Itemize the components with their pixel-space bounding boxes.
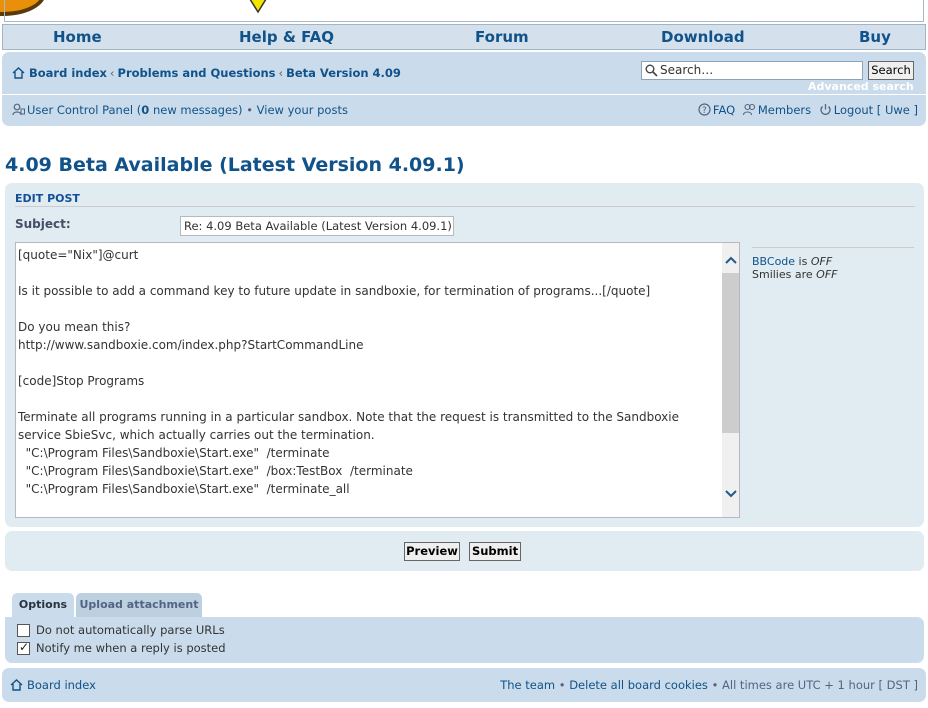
breadcrumb: Board index ‹ Problems and Questions ‹ Beta … — [12, 66, 401, 80]
submit-button[interactable]: Submit — [469, 542, 521, 561]
bullet-separator: • — [555, 678, 570, 692]
heading-divider — [15, 206, 915, 207]
faq-icon: ? — [698, 103, 711, 116]
footer-links: The team • Delete all board cookies • Al… — [500, 678, 918, 692]
footer-board-index[interactable]: Board index — [10, 678, 96, 692]
page-title[interactable]: 4.09 Beta Available (Latest Version 4.09… — [5, 154, 465, 176]
submit-panel: Preview Submit — [5, 531, 924, 571]
scroll-down-icon[interactable] — [725, 489, 737, 499]
notify-reply-checkbox[interactable]: ✓ — [17, 640, 30, 655]
advanced-search-link[interactable]: Advanced search — [808, 80, 914, 93]
power-icon — [820, 104, 831, 115]
search-icon — [645, 64, 658, 77]
message-scrollbar[interactable] — [722, 243, 739, 517]
user-control-panel-link[interactable]: User Control Panel — [27, 103, 133, 117]
members-icon — [742, 103, 755, 116]
nav-forum[interactable]: Forum — [475, 28, 529, 46]
search-button[interactable]: Search — [868, 61, 914, 80]
main-navigation: Home Help & FAQ Forum Download Buy — [2, 24, 926, 50]
breadcrumb-separator: ‹ — [109, 66, 115, 80]
breadcrumb-beta-version[interactable]: Beta Version 4.09 — [286, 66, 401, 80]
navbar-divider — [2, 94, 926, 95]
forum-navbar: Board index ‹ Problems and Questions ‹ Beta … — [2, 52, 926, 126]
nav-buy[interactable]: Buy — [859, 28, 891, 46]
checkmark-icon: ✓ — [19, 640, 30, 654]
option-notify-reply[interactable]: ✓ Notify me when a reply is posted — [17, 640, 226, 655]
parse-urls-checkbox[interactable] — [17, 624, 30, 637]
the-team-link[interactable]: The team — [500, 678, 555, 692]
bbcode-state: OFF — [810, 255, 833, 268]
smilies-label: Smilies are — [752, 268, 817, 281]
bullet-separator: • — [242, 103, 257, 117]
message-text[interactable]: [quote="Nix"]@curt Is it possible to add… — [18, 246, 718, 498]
sidebar-divider — [752, 247, 914, 248]
home-icon — [10, 679, 23, 691]
option-parse-urls[interactable]: Do not automatically parse URLs — [17, 623, 225, 637]
tab-upload-attachment[interactable]: Upload attachment — [76, 593, 202, 617]
user-control-panel-row: User Control Panel (0 new messages) • Vi… — [12, 103, 348, 117]
footer-board-index-label[interactable]: Board index — [27, 678, 96, 692]
view-your-posts-link[interactable]: View your posts — [257, 103, 348, 117]
top-header-strip — [0, 0, 928, 24]
svg-text:?: ? — [702, 106, 707, 116]
members-link[interactable]: Members — [758, 103, 811, 117]
footer-navbar: Board index The team • Delete all board … — [2, 668, 926, 702]
edit-post-heading: EDIT POST — [15, 192, 80, 205]
user-control-panel-icon — [12, 103, 25, 116]
breadcrumb-board-index[interactable]: Board index — [29, 66, 107, 80]
breadcrumb-separator: ‹ — [278, 66, 284, 80]
parse-urls-label: Do not automatically parse URLs — [36, 623, 225, 637]
delete-cookies-link[interactable]: Delete all board cookies — [569, 678, 708, 692]
bbcode-status: BBCode is OFF Smilies are OFF — [752, 255, 837, 281]
message-textarea[interactable]: [quote="Nix"]@curt Is it possible to add… — [15, 242, 740, 518]
nav-help-faq[interactable]: Help & FAQ — [239, 28, 334, 46]
tab-options[interactable]: Options — [12, 593, 74, 617]
scrollbar-thumb[interactable] — [722, 273, 739, 433]
search-input[interactable]: Search… — [641, 61, 863, 80]
new-messages-link[interactable]: new messages) — [149, 103, 243, 117]
logout-link[interactable]: Logout [ Uwe ] — [834, 103, 918, 117]
bbcode-link[interactable]: BBCode — [752, 255, 795, 268]
home-icon — [12, 67, 25, 79]
notify-reply-label: Notify me when a reply is posted — [36, 641, 226, 655]
subject-field[interactable]: Re: 4.09 Beta Available (Latest Version … — [180, 216, 454, 236]
bbcode-is-text: is — [795, 255, 811, 268]
user-links: ? FAQ Members Logout [ Uwe ] — [698, 103, 918, 117]
faq-link[interactable]: FAQ — [713, 103, 735, 117]
options-panel: Do not automatically parse URLs ✓ Notify … — [5, 617, 924, 663]
smilies-state: OFF — [816, 268, 838, 281]
header-border — [4, 0, 924, 22]
preview-button[interactable]: Preview — [404, 542, 460, 561]
nav-home[interactable]: Home — [53, 28, 102, 46]
timezone-text: • All times are UTC + 1 hour [ DST ] — [707, 678, 918, 692]
edit-post-panel: EDIT POST Subject: Re: 4.09 Beta Availab… — [5, 183, 924, 527]
subject-label: Subject: — [15, 217, 71, 231]
scroll-up-icon[interactable] — [725, 255, 737, 265]
breadcrumb-problems-and-questions[interactable]: Problems and Questions — [118, 66, 276, 80]
nav-download[interactable]: Download — [661, 28, 745, 46]
